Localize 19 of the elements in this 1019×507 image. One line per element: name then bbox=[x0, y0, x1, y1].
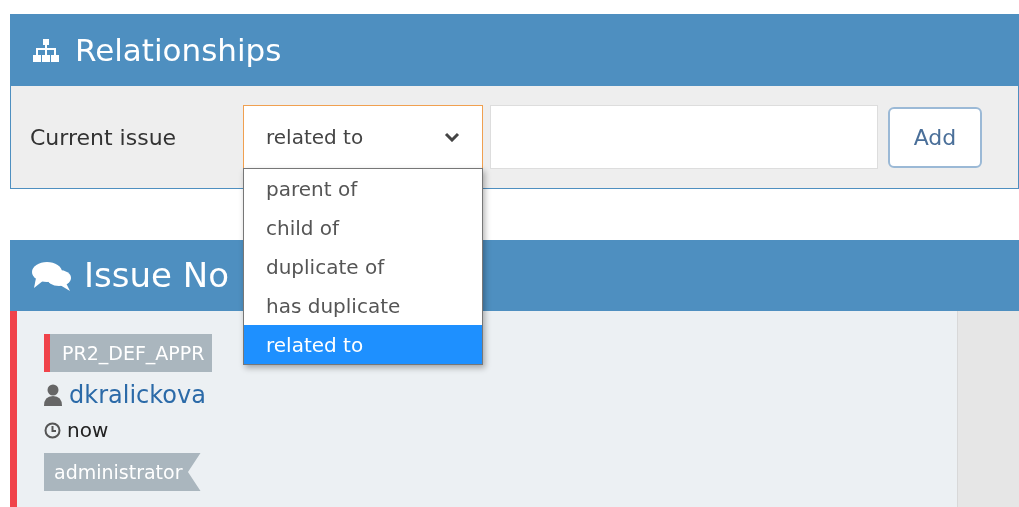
note-time: now bbox=[67, 417, 109, 444]
dropdown-option[interactable]: has duplicate bbox=[244, 286, 482, 325]
relation-select[interactable]: related to bbox=[243, 105, 483, 169]
user-link[interactable]: dkralickova bbox=[69, 377, 206, 413]
sitemap-icon bbox=[33, 38, 59, 63]
panel-title: Relationships bbox=[75, 31, 282, 71]
issue-input[interactable] bbox=[490, 105, 878, 169]
role-tag: administrator bbox=[44, 453, 201, 491]
field-label: Current issue bbox=[30, 123, 178, 152]
dropdown-option[interactable]: duplicate of bbox=[244, 247, 482, 286]
panel-title: Issue No bbox=[84, 254, 229, 297]
status-tag: PR2_DEF_APPR bbox=[44, 334, 213, 372]
add-button[interactable]: Add bbox=[888, 106, 982, 168]
comments-icon bbox=[32, 259, 72, 292]
dropdown-option[interactable]: parent of bbox=[244, 169, 482, 208]
user-icon bbox=[44, 384, 62, 406]
dropdown-option[interactable]: child of bbox=[244, 208, 482, 247]
clock-icon bbox=[44, 421, 61, 439]
chevron-down-icon bbox=[444, 132, 460, 142]
